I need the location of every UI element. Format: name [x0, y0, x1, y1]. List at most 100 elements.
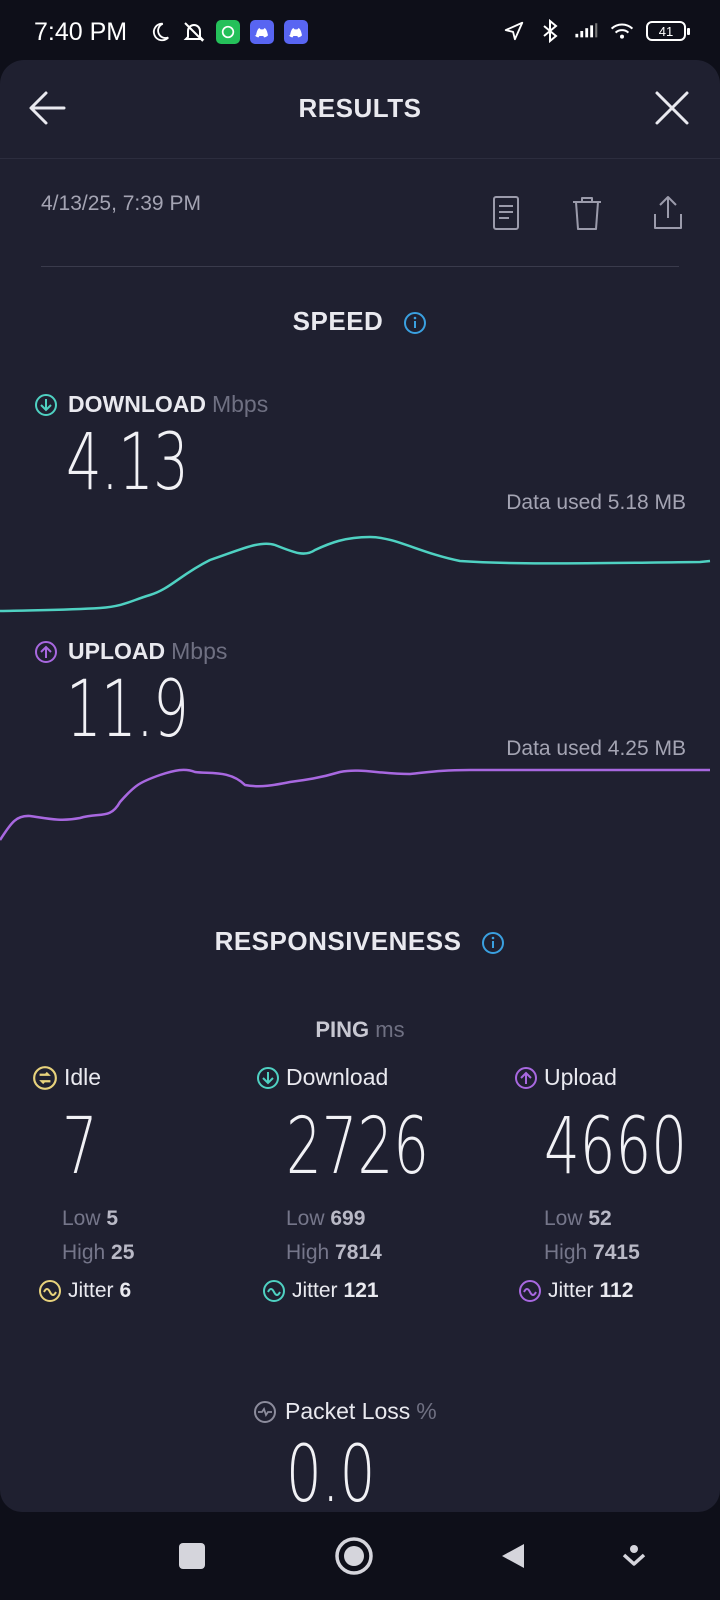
download-jitter: Jitter 121	[262, 1279, 476, 1303]
download-arrow-icon	[35, 393, 57, 416]
packet-loss-header: Packet Loss%	[253, 1398, 437, 1425]
details-button[interactable]	[489, 194, 525, 234]
mute-icon	[182, 20, 206, 44]
idle-high-value: 25	[111, 1241, 135, 1264]
share-icon	[654, 196, 682, 229]
download-low-value: 699	[330, 1207, 366, 1230]
signal-icon	[574, 19, 598, 43]
square-icon	[179, 1543, 205, 1569]
packet-loss-value: 0.0	[286, 1430, 376, 1512]
chevron-down-icon	[622, 1545, 646, 1566]
idle-ping-value: 7	[62, 1102, 98, 1192]
responsiveness-heading: RESPONSIVENESS	[0, 926, 720, 957]
download-ping-header: Download	[256, 1064, 476, 1091]
low-label: Low	[544, 1207, 583, 1230]
ping-label: PING	[315, 1017, 370, 1042]
download-arrow-icon	[257, 1066, 279, 1089]
recents-button[interactable]	[172, 1536, 212, 1576]
wifi-icon	[610, 19, 634, 43]
share-button[interactable]	[651, 194, 687, 234]
upload-series-line	[0, 768, 710, 841]
upload-high-value: 7415	[593, 1241, 640, 1264]
idle-jitter: Jitter 6	[38, 1279, 252, 1303]
ping-unit: ms	[375, 1017, 405, 1042]
status-time: 7:40 PM	[34, 18, 128, 46]
upload-unit: Mbps	[171, 638, 228, 664]
ping-heading: PING ms	[0, 1017, 720, 1043]
jitter-label: Jitter	[68, 1279, 114, 1302]
upload-ping-header: Upload	[514, 1064, 704, 1091]
home-circle-icon	[335, 1537, 373, 1575]
info-icon[interactable]	[403, 311, 427, 335]
idle-low-value: 5	[106, 1207, 119, 1230]
upload-arrow-icon	[515, 1066, 537, 1089]
upload-ping-label: Upload	[544, 1064, 617, 1090]
results-sheet: RESULTS 4/13/25, 7:39 PM SPEED DOWNLOAD M…	[0, 60, 720, 1512]
jitter-icon	[519, 1280, 541, 1302]
discord-icon	[284, 20, 308, 44]
page-title: RESULTS	[298, 93, 422, 123]
battery-icon: 41	[646, 21, 690, 41]
idle-low: Low 5	[62, 1207, 252, 1231]
idle-icon	[33, 1065, 57, 1090]
low-label: Low	[62, 1207, 101, 1230]
trash-icon	[573, 197, 601, 230]
download-high-value: 7814	[335, 1241, 382, 1264]
jitter-label: Jitter	[292, 1279, 338, 1302]
responsiveness-title: RESPONSIVENESS	[214, 926, 462, 956]
upload-high: High 7415	[544, 1241, 704, 1265]
back-nav-button[interactable]	[494, 1536, 534, 1576]
download-speed-value: 4.13	[66, 418, 189, 508]
ping-idle-column: Idle 7 Low 5 High 25 Jitter 6	[32, 1064, 252, 1303]
packet-loss-label: Packet Loss	[285, 1398, 411, 1424]
high-label: High	[62, 1241, 106, 1264]
jitter-label: Jitter	[548, 1279, 594, 1302]
status-bar: 7:40 PM 41	[0, 0, 720, 62]
upload-speed-graph	[0, 768, 710, 841]
upload-speed-value: 11.9	[66, 665, 189, 755]
info-icon[interactable]	[481, 931, 505, 955]
idle-header: Idle	[32, 1064, 252, 1091]
ping-download-column: Download 2726 Low 699 High 7814 Jitter 12…	[256, 1064, 476, 1303]
result-date: 4/13/25, 7:39 PM	[41, 192, 201, 215]
jitter-icon	[263, 1280, 285, 1302]
download-ping-label: Download	[286, 1064, 389, 1090]
triangle-back-icon	[502, 1544, 524, 1568]
download-series-line	[0, 535, 711, 613]
close-button[interactable]	[650, 86, 694, 130]
upload-low: Low 52	[544, 1207, 704, 1231]
packet-loss-icon	[254, 1400, 276, 1423]
assist-button[interactable]	[614, 1536, 654, 1576]
download-jitter-value: 121	[343, 1279, 379, 1302]
battery-level: 41	[658, 23, 674, 39]
navigation-bar	[0, 1512, 720, 1600]
upload-label-text: UPLOAD	[68, 638, 166, 664]
location-icon	[502, 19, 526, 43]
download-ping-value: 2726	[286, 1102, 429, 1192]
high-label: High	[286, 1241, 330, 1264]
jitter-icon	[39, 1280, 61, 1302]
ping-upload-column: Upload 4660 Low 52 High 7415 Jitter 112	[514, 1064, 704, 1303]
high-label: High	[544, 1241, 588, 1264]
download-speed-graph	[0, 535, 711, 613]
idle-label: Idle	[64, 1064, 102, 1090]
speed-title: SPEED	[292, 306, 384, 336]
close-icon	[655, 91, 689, 125]
idle-jitter-value: 6	[119, 1279, 132, 1302]
download-high: High 7814	[286, 1241, 476, 1265]
low-label: Low	[286, 1207, 325, 1230]
divider	[41, 266, 679, 267]
idle-high: High 25	[62, 1241, 252, 1265]
delete-button[interactable]	[570, 194, 606, 234]
bluetooth-icon	[538, 19, 562, 43]
download-label-text: DOWNLOAD	[68, 391, 206, 417]
upload-jitter-value: 112	[599, 1279, 634, 1302]
upload-jitter: Jitter 112	[518, 1279, 704, 1303]
moon-icon	[148, 20, 172, 44]
upload-label: UPLOAD Mbps	[34, 638, 227, 665]
home-button[interactable]	[334, 1536, 374, 1576]
download-low: Low 699	[286, 1207, 476, 1231]
discord-icon	[250, 20, 274, 44]
document-icon	[493, 196, 519, 230]
download-label: DOWNLOAD Mbps	[34, 391, 268, 418]
